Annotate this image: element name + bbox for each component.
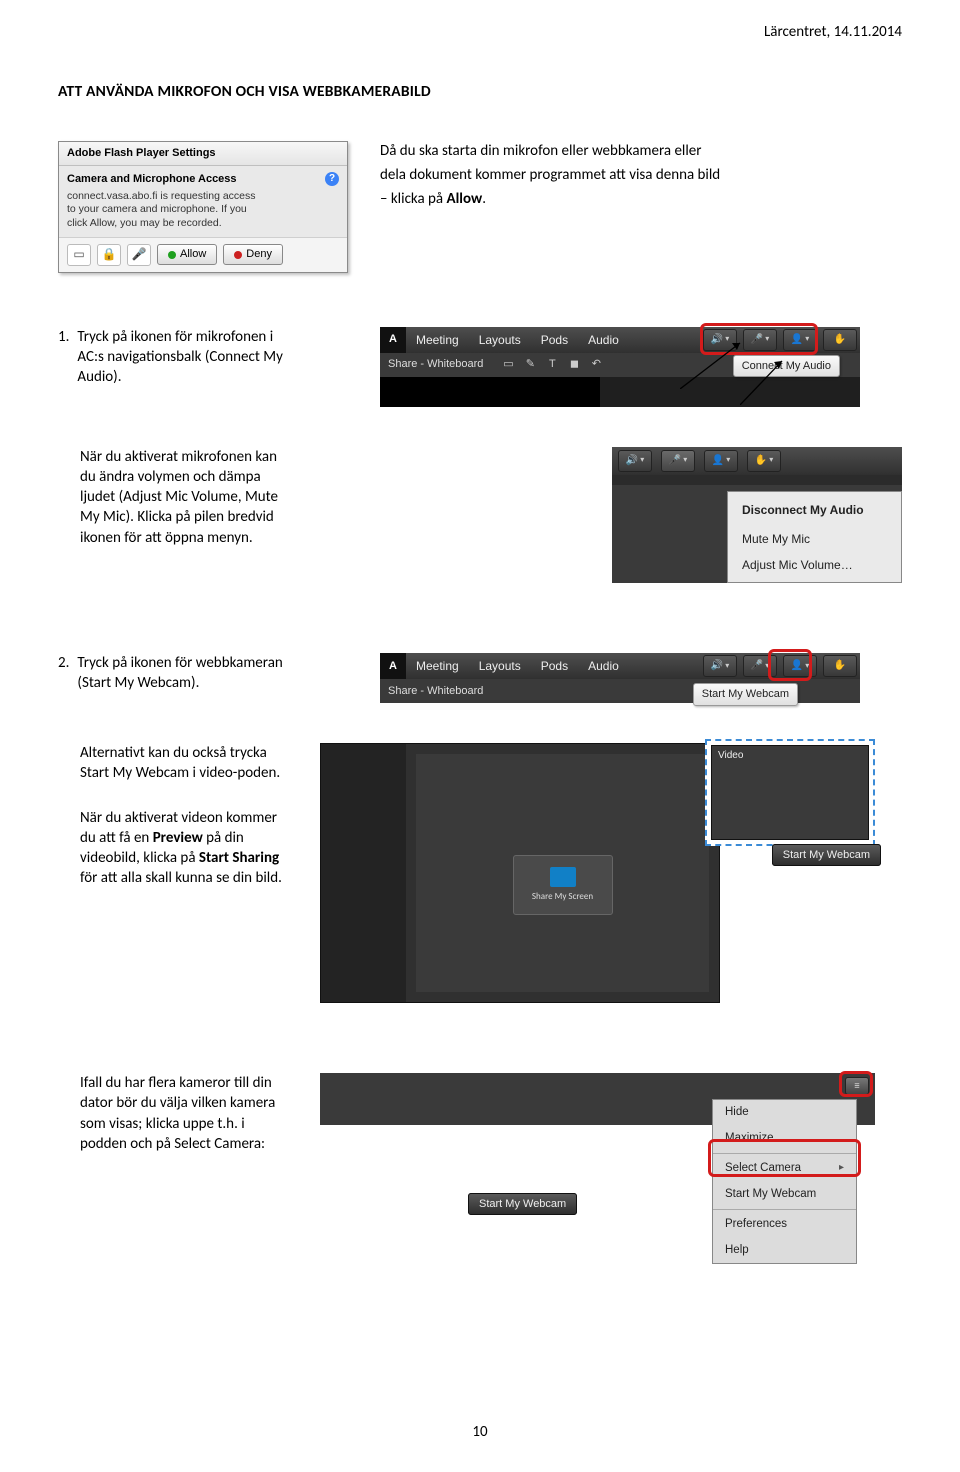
menu-audio[interactable]: Audio: [578, 653, 629, 679]
start-webcam-tooltip: Start My Webcam: [693, 683, 798, 706]
select-camera-item[interactable]: Select Camera: [713, 1156, 856, 1182]
start-webcam-button[interactable]: Start My Webcam: [468, 1193, 577, 1215]
pencil-tool-icon[interactable]: ✎: [523, 358, 537, 372]
header-date: Lärcentret, 14.11.2014: [764, 22, 902, 42]
flash-body-line: connect.vasa.abo.fi is requesting access: [67, 190, 339, 204]
video-pod-screenshot: Share My Screen Video Start My Webcam: [320, 743, 875, 1003]
video-pod-title: Video: [718, 749, 743, 763]
microphone-icon[interactable]: 🎤▾: [743, 329, 777, 351]
webcam-icon[interactable]: 👤▾: [783, 329, 817, 351]
page-number: 10: [472, 1422, 487, 1442]
mic-text: ljudet (Adjust Mic Volume, Mute: [80, 487, 358, 507]
camsel-text: dator bör du välja vilken kamera: [80, 1093, 298, 1113]
webcam-icon[interactable]: 👤▾: [704, 450, 738, 472]
start-webcam-item[interactable]: Start My Webcam: [713, 1182, 856, 1208]
flash-settings-dialog: Adobe Flash Player Settings Camera and M…: [58, 141, 348, 273]
pod-options-icon[interactable]: ≡: [845, 1077, 869, 1095]
step1-text: AC:s navigationsbalk (Connect My: [77, 347, 283, 367]
flash-title: Adobe Flash Player Settings: [59, 142, 347, 166]
raise-hand-icon[interactable]: ✋▾: [747, 450, 781, 472]
menu-pods[interactable]: Pods: [531, 327, 578, 353]
flash-tab-icon[interactable]: 🎤: [127, 244, 151, 266]
adjust-volume-item[interactable]: Adjust Mic Volume…: [728, 552, 901, 578]
flash-tab-icon[interactable]: 🔒: [97, 244, 121, 266]
intro-line: – klicka på Allow.: [380, 189, 902, 209]
microphone-icon[interactable]: 🎤▾: [661, 450, 695, 472]
pointer-tool-icon[interactable]: ▭: [501, 358, 515, 372]
preview-text: du att få en Preview på din: [80, 828, 298, 848]
preview-text: videobild, klicka på Start Sharing: [80, 848, 298, 868]
hide-item[interactable]: Hide: [713, 1100, 856, 1126]
help-item[interactable]: Help: [713, 1238, 856, 1264]
flash-tab-icon[interactable]: ▭: [67, 244, 91, 266]
menu-meeting[interactable]: Meeting: [406, 653, 469, 679]
mic-text: du ändra volymen och dämpa: [80, 467, 358, 487]
webcam-icon[interactable]: 👤▾: [783, 655, 817, 677]
adobe-logo-icon: A: [380, 653, 406, 679]
mic-text: My Mic). Klicka på pilen bredvid: [80, 507, 358, 527]
camsel-text: Ifall du har flera kameror till din: [80, 1073, 298, 1093]
preferences-item[interactable]: Preferences: [713, 1212, 856, 1238]
camsel-text: som visas; klicka uppe t.h. i: [80, 1114, 298, 1134]
maximize-item[interactable]: Maximize: [713, 1126, 856, 1152]
mic-text: När du aktiverat mikrofonen kan: [80, 447, 358, 467]
speaker-icon[interactable]: 🔊▾: [618, 450, 652, 472]
mic-text: ikonen för att öppna menyn.: [80, 528, 358, 548]
menu-pods[interactable]: Pods: [531, 653, 578, 679]
share-whiteboard-label: Share - Whiteboard: [388, 357, 483, 372]
disconnect-audio-item[interactable]: Disconnect My Audio: [728, 496, 901, 526]
flash-body-line: click Allow, you may be recorded.: [67, 217, 339, 231]
step1-text: Audio).: [77, 367, 283, 387]
allow-button[interactable]: Allow: [157, 244, 217, 265]
intro-line: dela dokument kommer programmet att visa…: [380, 165, 902, 185]
raise-hand-icon[interactable]: ✋: [823, 329, 857, 351]
menu-audio[interactable]: Audio: [578, 327, 629, 353]
share-screen-box[interactable]: Share My Screen: [513, 855, 613, 915]
monitor-icon: [550, 867, 576, 887]
start-webcam-button[interactable]: Start My Webcam: [772, 844, 881, 866]
mic-dropdown-screenshot: 🔊▾ 🎤▾ 👤▾ ✋▾ Disconnect My Audio Mute My …: [612, 447, 902, 584]
raise-hand-icon[interactable]: ✋: [823, 655, 857, 677]
ac-navbar-screenshot: A Meeting Layouts Pods Audio 🔊▾ 🎤▾ 👤▾ ✋ …: [380, 327, 860, 407]
alt-text: Start My Webcam i video-poden.: [80, 763, 298, 783]
alt-text: Alternativt kan du också trycka: [80, 743, 298, 763]
camsel-text: podden och på Select Camera:: [80, 1134, 298, 1154]
step1-text: Tryck på ikonen för mikrofonen i: [77, 327, 283, 347]
speaker-icon[interactable]: 🔊▾: [703, 329, 737, 351]
step-number: 1.: [58, 327, 69, 388]
speaker-icon[interactable]: 🔊▾: [703, 655, 737, 677]
camera-select-screenshot: ≡ Hide Maximize Select Camera Start My W…: [320, 1073, 875, 1243]
text-tool-icon[interactable]: T: [545, 358, 559, 372]
flash-subtitle: Camera and Microphone Access: [67, 172, 237, 187]
step2-text: (Start My Webcam).: [77, 673, 282, 693]
step-number: 2.: [58, 653, 69, 694]
shape-tool-icon[interactable]: ◼: [567, 358, 581, 372]
undo-tool-icon[interactable]: ↶: [589, 358, 603, 372]
menu-layouts[interactable]: Layouts: [469, 653, 531, 679]
deny-button[interactable]: Deny: [223, 244, 283, 265]
mic-dropdown-menu: Disconnect My Audio Mute My Mic Adjust M…: [727, 491, 902, 584]
microphone-icon[interactable]: 🎤▾: [743, 655, 777, 677]
menu-layouts[interactable]: Layouts: [469, 327, 531, 353]
preview-text: När du aktiverat videon kommer: [80, 808, 298, 828]
intro-line: Då du ska starta din mikrofon eller webb…: [380, 141, 902, 161]
flash-body-line: to your camera and microphone. If you: [67, 203, 339, 217]
pod-options-menu: Hide Maximize Select Camera Start My Web…: [712, 1099, 857, 1264]
share-whiteboard-label: Share - Whiteboard: [388, 684, 483, 699]
step2-text: Tryck på ikonen för webbkameran: [77, 653, 282, 673]
mute-mic-item[interactable]: Mute My Mic: [728, 526, 901, 552]
page-title: ATT ANVÄNDA MIKROFON OCH VISA WEBBKAMERA…: [58, 82, 902, 103]
ac-navbar-webcam-screenshot: A Meeting Layouts Pods Audio 🔊▾ 🎤▾ 👤▾ ✋ …: [380, 653, 860, 703]
adobe-logo-icon: A: [380, 327, 406, 353]
preview-text: för att alla skall kunna se din bild.: [80, 868, 298, 888]
connect-audio-tooltip: Connect My Audio: [733, 355, 840, 378]
menu-meeting[interactable]: Meeting: [406, 327, 469, 353]
help-icon[interactable]: ?: [325, 172, 339, 186]
